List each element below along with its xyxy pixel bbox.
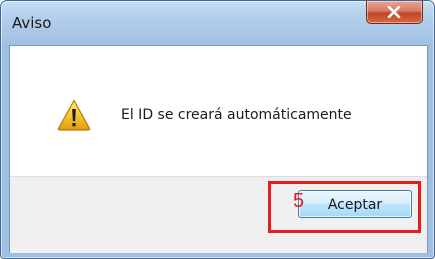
message-text: El ID se creará automáticamente <box>121 107 352 123</box>
accept-button[interactable]: Aceptar <box>298 190 412 218</box>
message-area: El ID se creará automáticamente <box>10 46 427 176</box>
window-title: Aviso <box>12 14 52 32</box>
close-icon <box>387 6 401 18</box>
dialog-body: El ID se creará automáticamente Aceptar … <box>9 45 428 253</box>
annotation-step-number: 5 <box>293 190 305 212</box>
button-bar: Aceptar 5 <box>10 176 427 253</box>
close-button[interactable] <box>366 1 423 24</box>
warning-icon <box>57 99 91 131</box>
dialog-window: Aviso El ID se creará automáticamente Ac… <box>0 0 435 259</box>
